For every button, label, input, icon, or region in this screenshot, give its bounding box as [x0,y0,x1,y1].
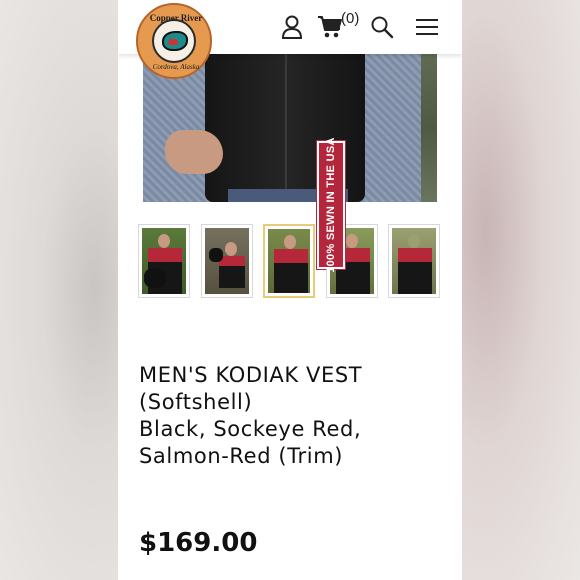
background-blur-right [462,0,580,580]
thumbnail-5[interactable] [388,224,440,298]
product-page: (0) Copper River Fleece Cordova, Alaska [118,0,462,580]
product-title-line-3: Black, Sockeye Red, [139,417,362,441]
thumbnail-1[interactable] [138,224,190,298]
brand-logo[interactable]: Copper River Fleece Cordova, Alaska [136,3,212,79]
hand [165,130,223,174]
cart-count[interactable]: (0) [341,10,359,27]
badge-text: 100% SEWN IN THE USA [325,137,337,273]
product-title: MEN'S KODIAK VEST (Softshell) Black, Soc… [139,362,449,470]
product-price: $169.00 [139,528,258,558]
logo-location: Cordova, Alaska [152,63,200,71]
background-blur-left [0,0,118,580]
hamburger-menu-icon[interactable] [415,13,439,41]
thumbnail-3-selected[interactable] [263,224,315,298]
thumbnail-2[interactable] [201,224,253,298]
product-title-line-2: (Softshell) [139,390,253,414]
cart-icon[interactable] [316,13,344,41]
shirt-sleeve-right [361,54,421,202]
salmon-accent [168,39,178,45]
sewn-in-usa-badge: 100% SEWN IN THE USA [317,137,345,273]
dog-figure [144,268,166,288]
product-title-line-1: MEN'S KODIAK VEST [139,363,363,387]
search-icon[interactable] [370,13,394,41]
product-title-line-4: Salmon-Red (Trim) [139,444,344,468]
thumbnail-gallery [138,224,458,300]
user-icon[interactable] [280,13,304,41]
vest-zipper [285,54,287,194]
logo-emblem [152,19,196,63]
